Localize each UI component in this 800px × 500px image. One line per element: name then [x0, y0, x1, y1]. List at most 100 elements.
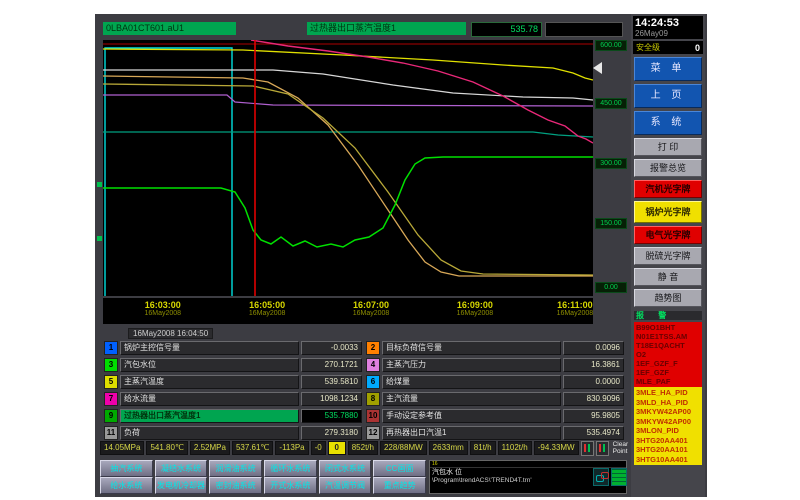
- alarm-tag[interactable]: 1EF_GZF_F: [636, 359, 700, 368]
- legend-row[interactable]: 2目标负荷信号量0.0096: [366, 341, 624, 355]
- legend-row[interactable]: 9过热器出口蒸汽温度1535.7880: [104, 409, 362, 423]
- tick-date: 16May2008: [457, 310, 494, 317]
- left-scale-marker: [97, 236, 102, 241]
- pen-color-chip: 6: [366, 375, 380, 389]
- tick-time: 16:03:00: [144, 300, 181, 310]
- system-screen-button[interactable]: 开式水系统: [264, 477, 317, 494]
- scale-slider-triangle[interactable]: [593, 62, 602, 74]
- tick-time: 16:09:00: [457, 300, 494, 310]
- status-value: 228/88MW: [380, 441, 427, 455]
- system-button[interactable]: 系 统: [634, 111, 702, 135]
- x-axis-tick: 16:09:0016May2008: [457, 300, 494, 317]
- turbine-annunciator-button[interactable]: 汽机光字牌: [634, 180, 702, 198]
- electrical-annunciator-button[interactable]: 电气光字牌: [634, 226, 702, 244]
- pen-value: 535.4974: [563, 426, 624, 440]
- trend-chart-button[interactable]: 趋势图: [634, 289, 702, 307]
- dcs-trend-window: 0LBA01CT601.aU1 过热器出口蒸汽温度1 535.78 600.00…: [95, 14, 707, 497]
- system-screen-button[interactable]: 凝结水系统: [155, 460, 208, 477]
- alarm-tag[interactable]: 3MLON_PID: [636, 426, 700, 436]
- status-bar: 14.05MPa541.80℃2.52MPa537.61℃-113Pa-0085…: [100, 440, 628, 456]
- header-spare-field[interactable]: [545, 22, 623, 37]
- alarm-tag[interactable]: 3MKYW42AP00: [636, 417, 700, 427]
- alarm-tag[interactable]: N01E1TSS.AM: [636, 332, 700, 341]
- legend-row[interactable]: 7给水流量1098.1234: [104, 392, 362, 406]
- alarm-tag[interactable]: T18E1QACHT: [636, 341, 700, 350]
- system-screen-button[interactable]: 重点趋势: [373, 477, 426, 494]
- status-value: -113Pa: [275, 441, 308, 455]
- fgd-annunciator-button[interactable]: 脱硫光字牌: [634, 247, 702, 265]
- system-screen-button[interactable]: 抽汽系统: [100, 460, 153, 477]
- system-screen-button[interactable]: 发电机冷却器: [155, 477, 208, 494]
- alarm-tag[interactable]: O2: [636, 350, 700, 359]
- sidebar-buttons: 菜 单上 页系 统打 印报警总览汽机光字牌锅炉光字牌电气光字牌脱硫光字牌静 音趋…: [631, 57, 705, 307]
- system-screen-button[interactable]: 密封油系统: [209, 477, 262, 494]
- prev-page-button[interactable]: 上 页: [634, 84, 702, 108]
- alarm-tag[interactable]: 1EF_GZF: [636, 368, 700, 377]
- alarm-tag[interactable]: 3MLE_HA_PID: [636, 388, 700, 398]
- clock-time: 14:24:53: [635, 17, 701, 29]
- pen-value: 279.3180: [301, 426, 362, 440]
- pen-value: 16.3861: [563, 358, 624, 372]
- pen-value: 535.7880: [301, 409, 362, 423]
- print-button[interactable]: 打 印: [634, 138, 702, 156]
- legend-row[interactable]: 4主蒸汽压力16.3861: [366, 358, 624, 372]
- grid-icon[interactable]: [611, 468, 627, 486]
- pen-label: 再热器出口汽温1: [382, 426, 561, 440]
- alarm-tag[interactable]: 3HTG20AA401: [636, 436, 700, 446]
- alarm-tag[interactable]: 3HTG10AA401: [636, 455, 700, 465]
- legend-row[interactable]: 6给煤量0.0000: [366, 375, 624, 389]
- legend-row[interactable]: 5主蒸汽温度539.5810: [104, 375, 362, 389]
- pen-color-chip: 12: [366, 426, 380, 440]
- alarm-tag[interactable]: 3MLD_HA_PID: [636, 398, 700, 408]
- system-screen-button[interactable]: 润滑油系统: [209, 460, 262, 477]
- clear-point-label: Clear Point: [613, 441, 629, 455]
- pen-value: 270.1721: [301, 358, 362, 372]
- system-screen-button[interactable]: 循环水系统: [264, 460, 317, 477]
- tick-time: 16:05:00: [249, 300, 286, 310]
- pen-label: 给煤量: [382, 375, 561, 389]
- time-axis: 16:03:0016May200816:05:0016May200816:07:…: [103, 298, 593, 324]
- legend-row[interactable]: 3汽包水位270.1721: [104, 358, 362, 372]
- pen-label: 汽包水位: [120, 358, 299, 372]
- legend-row[interactable]: 10手动设定参考值95.9805: [366, 409, 624, 423]
- boiler-annunciator-button[interactable]: 锅炉光字牌: [634, 201, 702, 223]
- legend-row[interactable]: 1锅炉主控信号量-0.0033: [104, 341, 362, 355]
- legend-row[interactable]: 12再热器出口汽温1535.4974: [366, 426, 624, 440]
- alarm-tag[interactable]: 3MKYW42AP00: [636, 407, 700, 417]
- legend-row[interactable]: 8主汽流量830.9096: [366, 392, 624, 406]
- link-icon[interactable]: [593, 468, 609, 486]
- pen-value: 0.0096: [563, 341, 624, 355]
- pen-value-display: 535.78: [471, 22, 542, 37]
- pen-color-chip: 5: [104, 375, 118, 389]
- mute-button[interactable]: 静 音: [634, 268, 702, 286]
- pen-name-field[interactable]: 过热器出口蒸汽温度1: [307, 22, 466, 35]
- pen-tag-field[interactable]: 0LBA01CT601.aU1: [103, 22, 236, 35]
- mode-indicator: 0: [328, 441, 346, 455]
- system-screen-button[interactable]: 闭式水系统: [319, 460, 372, 477]
- legend-row[interactable]: 11负荷279.3180: [104, 426, 362, 440]
- pen-label: 目标负荷信号量: [382, 341, 561, 355]
- trend-plot-area[interactable]: [103, 40, 593, 296]
- system-screen-button[interactable]: 汽温调节阀: [319, 477, 372, 494]
- alarm-tag[interactable]: B99O1BHT: [636, 323, 700, 332]
- alarm-tag[interactable]: 3HTG20AA101: [636, 445, 700, 455]
- alarm-summary-button[interactable]: 报警总览: [634, 159, 702, 177]
- system-screen-button[interactable]: 给水系统: [100, 477, 153, 494]
- pen-color-chip: 7: [104, 392, 118, 406]
- pen-label: 主汽流量: [382, 392, 561, 406]
- alarm-tag[interactable]: MLE_PAF: [636, 377, 700, 386]
- alarm-list-active[interactable]: B99O1BHTN01E1TSS.AMT18E1QACHTO21EF_GZF_F…: [634, 322, 702, 387]
- system-screen-button[interactable]: CC画面: [373, 460, 426, 477]
- y-axis-gutter: 600.00450.00300.00150.000.00: [595, 40, 628, 302]
- toggle-icon[interactable]: [596, 441, 609, 456]
- status-value: 2633mm: [429, 441, 468, 455]
- alarm-list-warning[interactable]: 3MLE_HA_PID3MLD_HA_PID3MKYW42AP003MKYW42…: [634, 387, 702, 465]
- pen-color-chip: 9: [104, 409, 118, 423]
- teal-line: [103, 132, 593, 137]
- tick-date: 16May2008: [557, 310, 594, 317]
- trend-curves-svg: [103, 40, 593, 296]
- menu-button[interactable]: 菜 单: [634, 57, 702, 81]
- security-level: 安全级 0: [633, 41, 703, 54]
- status-value: 537.61℃: [232, 441, 273, 455]
- toggle-icon[interactable]: [581, 441, 594, 456]
